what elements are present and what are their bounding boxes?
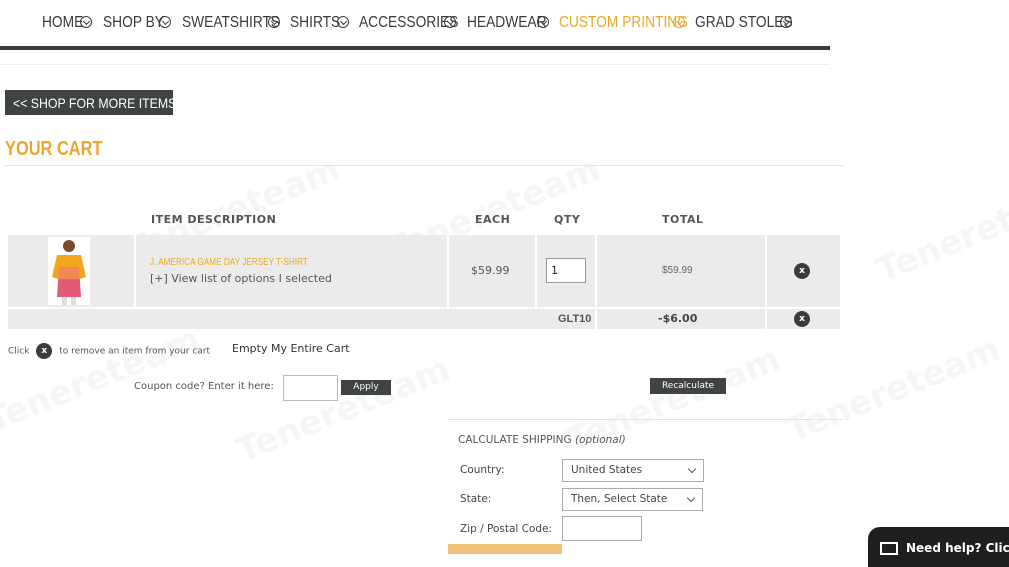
calculate-shipping-button[interactable] xyxy=(448,544,562,554)
remove-item-button[interactable]: x xyxy=(794,263,810,279)
chevron-down-icon xyxy=(686,493,696,503)
remove-note-text: to remove an item from your cart xyxy=(59,346,211,357)
shop-more-button[interactable]: << SHOP FOR MORE ITEMS xyxy=(5,90,177,115)
product-image-icon xyxy=(48,237,90,305)
help-label: Need help? Click xyxy=(906,541,1009,555)
watermark: Tenereteam xyxy=(0,319,206,441)
state-select[interactable]: Then, Select State xyxy=(562,488,703,511)
nav-item-custom-printing[interactable]: CUSTOM PRINTING xyxy=(559,11,709,35)
discount-code: GLT10 xyxy=(558,313,592,325)
remove-note-text: Click xyxy=(8,346,30,357)
view-options-link[interactable]: [+] View list of options I selected xyxy=(150,272,332,285)
main-nav: HOME SHOP BY SWEATSHIRTS SHIRTS ACCESSOR… xyxy=(0,0,830,50)
help-chat-button[interactable]: Need help? Click xyxy=(868,527,1009,567)
country-label: Country: xyxy=(460,464,505,476)
zip-label: Zip / Postal Code: xyxy=(460,523,553,535)
divider xyxy=(0,64,830,65)
empty-cart-link[interactable]: Empty My Entire Cart xyxy=(232,342,350,355)
watermark: Tenereteam xyxy=(871,169,1009,291)
country-select[interactable]: United States xyxy=(562,459,704,482)
chevron-down-icon xyxy=(780,16,792,28)
divider xyxy=(448,419,843,420)
apply-coupon-button[interactable]: Apply xyxy=(341,380,391,395)
shipping-title: CALCULATE SHIPPING (optional) xyxy=(458,434,626,446)
discount-amount: -$6.00 xyxy=(658,312,698,325)
product-name-link[interactable]: J. AMERICA GAME DAY JERSEY T-SHIRT xyxy=(150,257,342,268)
header-each: EACH xyxy=(475,213,511,226)
quantity-input[interactable]: 1 xyxy=(546,258,586,283)
item-price: $59.99 xyxy=(471,264,510,277)
state-label: State: xyxy=(460,493,492,505)
envelope-icon xyxy=(880,542,898,555)
nav-item-label: CUSTOM PRINTING xyxy=(559,14,688,31)
nav-item-headwear[interactable]: HEADWEAR xyxy=(467,11,559,35)
chevron-down-icon xyxy=(337,16,349,28)
coupon-label: Coupon code? Enter it here: xyxy=(134,381,274,392)
recalculate-button[interactable]: Recalculate xyxy=(650,378,726,394)
chevron-down-icon xyxy=(268,16,280,28)
divider xyxy=(5,165,843,166)
close-icon: x xyxy=(36,343,53,359)
chevron-down-icon xyxy=(444,16,456,28)
product-name: J. AMERICA GAME DAY JERSEY T-SHIRT xyxy=(150,257,308,268)
item-total: $59.99 xyxy=(662,265,693,276)
chevron-down-icon xyxy=(159,16,171,28)
nav-item-label: HOME xyxy=(42,14,84,31)
divider xyxy=(595,235,597,307)
nav-item-label: SHOP BY xyxy=(103,14,164,31)
divider xyxy=(535,235,537,307)
nav-item-sweatshirts[interactable]: SWEATSHIRTS xyxy=(182,11,296,35)
divider xyxy=(134,235,136,307)
country-value: United States xyxy=(571,464,643,476)
chevron-down-icon xyxy=(673,16,685,28)
header-item-description: ITEM DESCRIPTION xyxy=(151,213,277,226)
state-value: Then, Select State xyxy=(571,493,668,505)
zip-input[interactable] xyxy=(562,516,642,541)
divider xyxy=(765,309,767,329)
nav-item-accessories[interactable]: ACCESSORIES xyxy=(359,11,475,35)
nav-item-label: HEADWEAR xyxy=(467,14,547,31)
remove-discount-button[interactable]: x xyxy=(794,311,810,327)
watermark: Tenereteam xyxy=(781,329,1006,451)
nav-item-shirts[interactable]: SHIRTS xyxy=(290,11,349,35)
remove-instructions: Click x to remove an item from your cart xyxy=(8,343,210,359)
nav-item-label: SHIRTS xyxy=(290,14,341,31)
divider xyxy=(595,309,597,329)
shop-more-label: << SHOP FOR MORE ITEMS xyxy=(13,94,177,111)
divider xyxy=(447,235,449,307)
product-thumbnail[interactable] xyxy=(48,237,90,305)
nav-item-grad-stoles[interactable]: GRAD STOLES xyxy=(695,11,809,35)
page-title-text: YOUR CART xyxy=(5,138,103,160)
nav-item-label: GRAD STOLES xyxy=(695,14,793,31)
nav-item-label: SWEATSHIRTS xyxy=(182,14,281,31)
discount-row xyxy=(8,309,840,329)
nav-item-shop-by[interactable]: SHOP BY xyxy=(103,11,174,35)
chevron-down-icon xyxy=(80,16,92,28)
chevron-down-icon xyxy=(537,16,549,28)
nav-item-home[interactable]: HOME xyxy=(42,11,92,35)
chevron-down-icon xyxy=(687,464,697,474)
cart-item-row xyxy=(8,235,840,307)
shipping-optional-text: (optional) xyxy=(574,434,626,446)
page-title: YOUR CART xyxy=(5,138,124,161)
header-qty: QTY xyxy=(554,213,581,226)
header-total: TOTAL xyxy=(662,213,704,226)
watermark: Tenereteam xyxy=(231,349,456,471)
shipping-title-text: CALCULATE SHIPPING xyxy=(458,434,572,446)
coupon-input[interactable] xyxy=(283,375,338,401)
divider xyxy=(765,235,767,307)
